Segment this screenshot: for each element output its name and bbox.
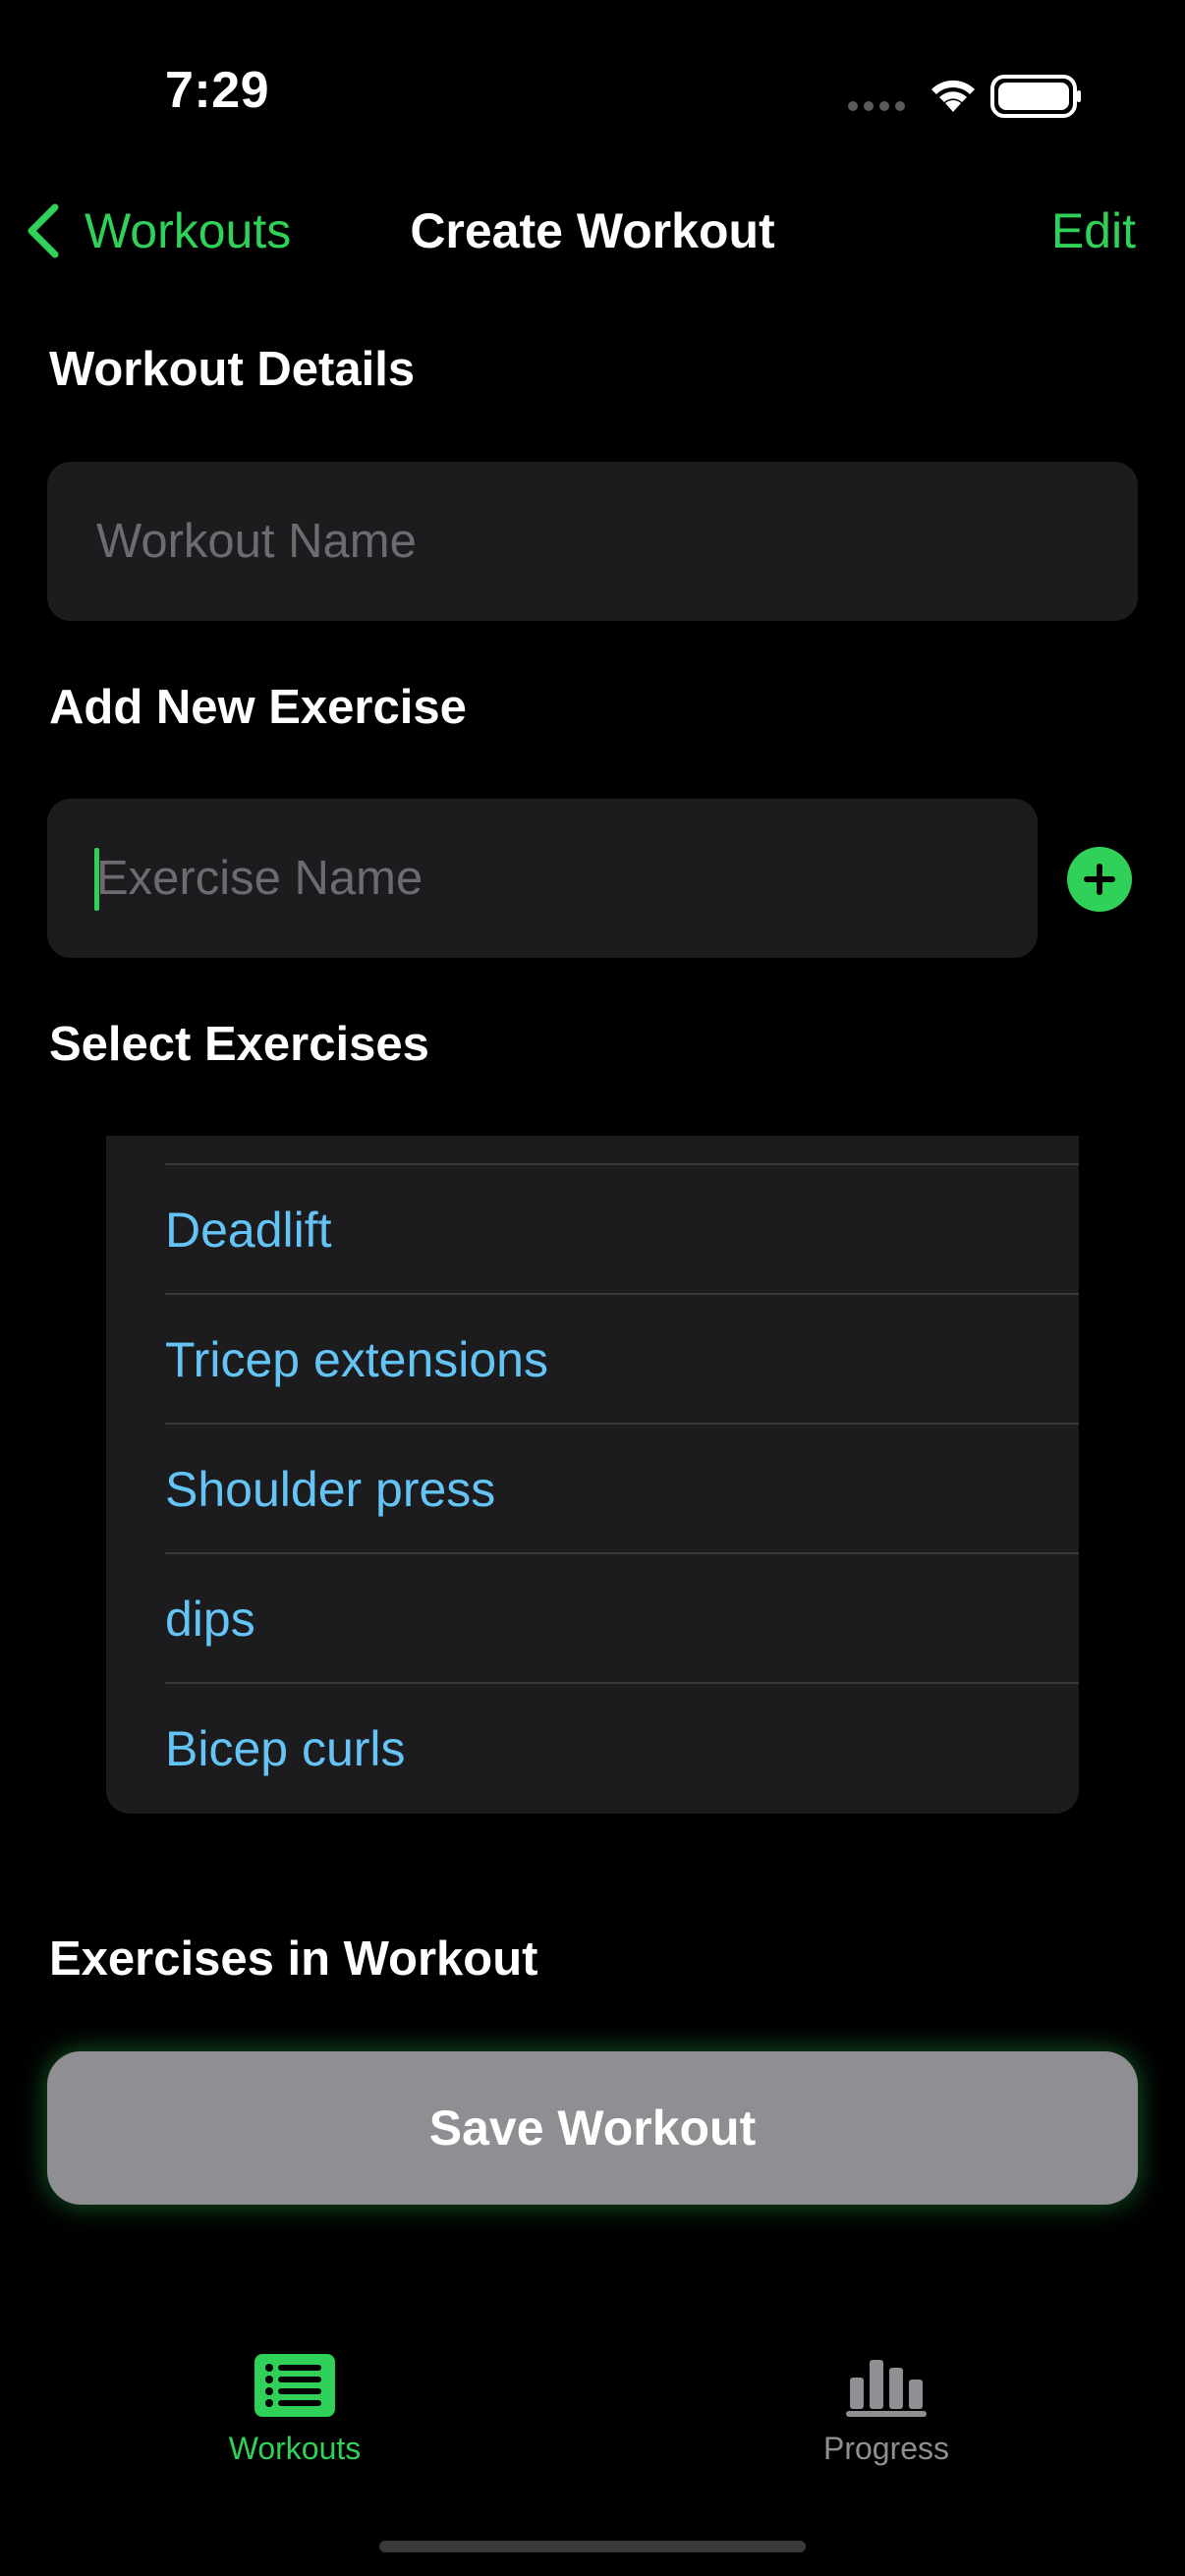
status-icons (848, 75, 1081, 118)
tab-workouts[interactable]: Workouts (147, 2354, 442, 2492)
chevron-left-icon (28, 203, 59, 258)
signal-icon (848, 101, 905, 111)
wifi-icon (931, 80, 975, 112)
battery-icon (990, 75, 1081, 118)
list-item[interactable]: dips (165, 1554, 1079, 1684)
plus-icon (1084, 864, 1115, 895)
list-item[interactable]: Deadlift (165, 1165, 1079, 1295)
add-exercise-button[interactable] (1067, 847, 1132, 912)
back-button[interactable]: Workouts (24, 196, 291, 265)
list-item-label: Shoulder press (165, 1462, 496, 1517)
add-exercise-heading: Add New Exercise (49, 681, 467, 734)
list-item[interactable]: Tricep extensions (165, 1295, 1079, 1425)
exercise-name-wrapper (47, 799, 1038, 958)
list-icon (254, 2354, 335, 2417)
back-button-label: Workouts (85, 203, 292, 258)
list-item[interactable]: Bicep curls (165, 1684, 1079, 1814)
status-time: 7:29 (165, 62, 270, 119)
exercise-name-field-container (47, 799, 1038, 958)
home-indicator (379, 2541, 806, 2552)
exercise-name-input[interactable] (47, 799, 1038, 958)
exercises-in-workout-heading: Exercises in Workout (49, 1932, 538, 1986)
list-item-label: Tricep extensions (165, 1332, 548, 1387)
chart-bar-icon (846, 2360, 927, 2417)
workout-details-heading: Workout Details (49, 343, 416, 396)
list-item-label: dips (165, 1592, 255, 1647)
save-workout-button[interactable]: Save Workout (47, 2051, 1138, 2205)
status-indicators (845, 69, 1081, 118)
tab-progress-label: Progress (822, 2431, 950, 2466)
tab-progress[interactable]: Progress (739, 2354, 1034, 2492)
tab-workouts-label: Workouts (228, 2431, 362, 2466)
exercise-list[interactable]: Deadlift Tricep extensions Shoulder pres… (106, 1136, 1079, 1814)
list-item[interactable]: Shoulder press (165, 1425, 1079, 1554)
workout-name-input[interactable] (47, 462, 1138, 621)
list-item-label: Bicep curls (165, 1721, 406, 1776)
list-item-label: Deadlift (165, 1203, 332, 1258)
edit-button[interactable]: Edit (1051, 196, 1136, 265)
workout-name-field-container (47, 462, 1138, 621)
select-exercises-heading: Select Exercises (49, 1018, 429, 1071)
